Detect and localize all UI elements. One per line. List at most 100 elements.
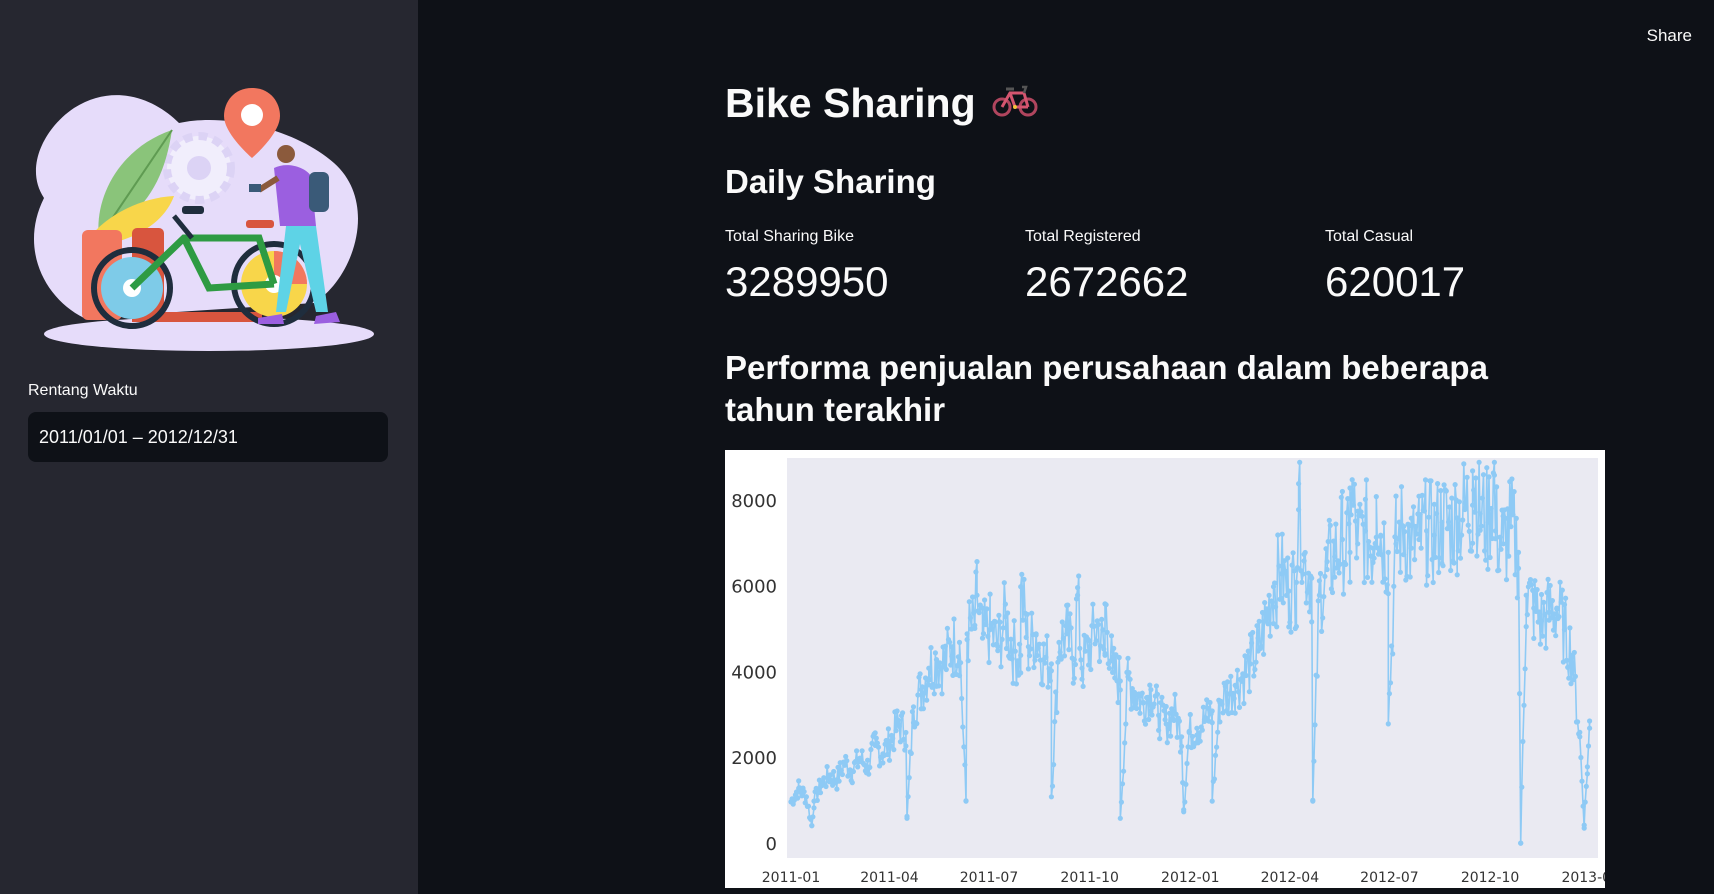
data-point	[1121, 768, 1127, 774]
data-point	[1127, 676, 1133, 682]
data-point	[1347, 485, 1353, 491]
data-point	[1550, 627, 1557, 633]
data-point	[1390, 651, 1396, 657]
data-point	[960, 724, 966, 730]
data-point	[967, 615, 973, 621]
data-point	[1340, 591, 1347, 597]
data-point	[1517, 691, 1523, 697]
data-point	[1309, 619, 1315, 625]
share-button[interactable]: Share	[1647, 26, 1692, 46]
data-point	[1339, 536, 1345, 543]
data-point	[1156, 712, 1162, 718]
date-range-input[interactable]: 2011/01/01 – 2012/12/31	[28, 412, 388, 462]
data-point	[1176, 718, 1182, 724]
data-point	[810, 814, 816, 820]
data-point	[1137, 710, 1143, 716]
data-point	[1385, 721, 1391, 727]
data-point	[1013, 681, 1019, 687]
data-point	[1401, 524, 1407, 530]
chart-container: 0 2000 4000 6000 8000 2011-01 2011-04 2011-07 20…	[725, 450, 1620, 888]
data-point	[1460, 517, 1466, 523]
x-tick-label: 2011-10	[1060, 870, 1119, 886]
data-point	[1020, 617, 1026, 623]
data-point	[1002, 601, 1008, 607]
data-point	[1413, 523, 1419, 530]
data-point	[1230, 690, 1236, 696]
data-point	[1433, 511, 1440, 517]
data-point	[1385, 591, 1391, 597]
data-point	[1165, 725, 1171, 732]
data-point	[1581, 822, 1587, 828]
data-point	[1110, 669, 1116, 675]
data-point	[1329, 589, 1336, 596]
data-point	[1008, 636, 1014, 642]
data-point	[1310, 798, 1316, 804]
data-point	[1322, 573, 1328, 579]
data-point	[941, 661, 947, 667]
data-point	[1250, 629, 1256, 636]
data-point	[1320, 615, 1326, 621]
data-point	[979, 635, 986, 641]
data-point	[937, 660, 943, 666]
data-point	[1333, 521, 1339, 527]
data-point	[891, 747, 897, 753]
data-point	[1273, 604, 1279, 610]
data-point	[1276, 563, 1282, 569]
data-point	[985, 633, 991, 639]
data-point	[1520, 738, 1526, 745]
data-point	[1024, 611, 1030, 617]
data-point	[948, 662, 954, 668]
data-point	[1465, 522, 1471, 528]
data-point	[1572, 673, 1578, 679]
data-point	[1122, 740, 1128, 746]
x-tick-label: 2012-04	[1261, 870, 1320, 886]
data-point	[1102, 652, 1108, 658]
data-point	[1064, 631, 1070, 637]
data-point	[834, 786, 840, 792]
data-point	[1373, 494, 1379, 500]
data-point	[942, 643, 948, 649]
date-range-value: 2011/01/01 – 2012/12/31	[39, 426, 238, 447]
data-point	[1001, 580, 1007, 586]
data-point	[1299, 579, 1305, 585]
data-point	[1048, 794, 1054, 800]
data-point	[1362, 528, 1368, 534]
data-point	[1506, 553, 1512, 559]
data-point	[1428, 478, 1434, 484]
data-point	[1347, 579, 1353, 585]
data-point	[1378, 532, 1384, 538]
data-point	[1163, 721, 1169, 727]
data-point	[1093, 638, 1099, 644]
data-point	[910, 704, 917, 710]
data-point	[1287, 619, 1293, 625]
data-point	[1541, 599, 1547, 605]
data-point	[1282, 568, 1289, 574]
data-point	[1492, 536, 1499, 542]
data-point	[1251, 673, 1257, 679]
data-point	[1003, 645, 1010, 652]
data-point	[959, 695, 965, 702]
data-point	[1056, 639, 1062, 645]
data-point	[1355, 541, 1361, 547]
data-point	[1456, 499, 1462, 505]
data-point	[1522, 666, 1528, 672]
data-point	[1142, 721, 1149, 727]
data-point	[1042, 660, 1048, 666]
data-point	[914, 721, 920, 727]
data-point	[928, 645, 934, 651]
data-point	[1289, 562, 1295, 568]
data-point	[1194, 725, 1200, 731]
data-point	[875, 744, 882, 750]
data-point	[1159, 694, 1165, 700]
data-point	[1209, 708, 1215, 714]
data-point	[1582, 799, 1588, 805]
data-point	[1381, 520, 1387, 526]
metric-value: 620017	[1325, 258, 1466, 305]
data-point	[1524, 612, 1530, 618]
data-point	[1487, 554, 1493, 561]
data-point	[1066, 647, 1072, 653]
metric-label: Total Casual	[1325, 228, 1414, 245]
data-point	[1117, 815, 1123, 821]
data-point	[976, 610, 982, 616]
data-point	[1177, 749, 1184, 755]
